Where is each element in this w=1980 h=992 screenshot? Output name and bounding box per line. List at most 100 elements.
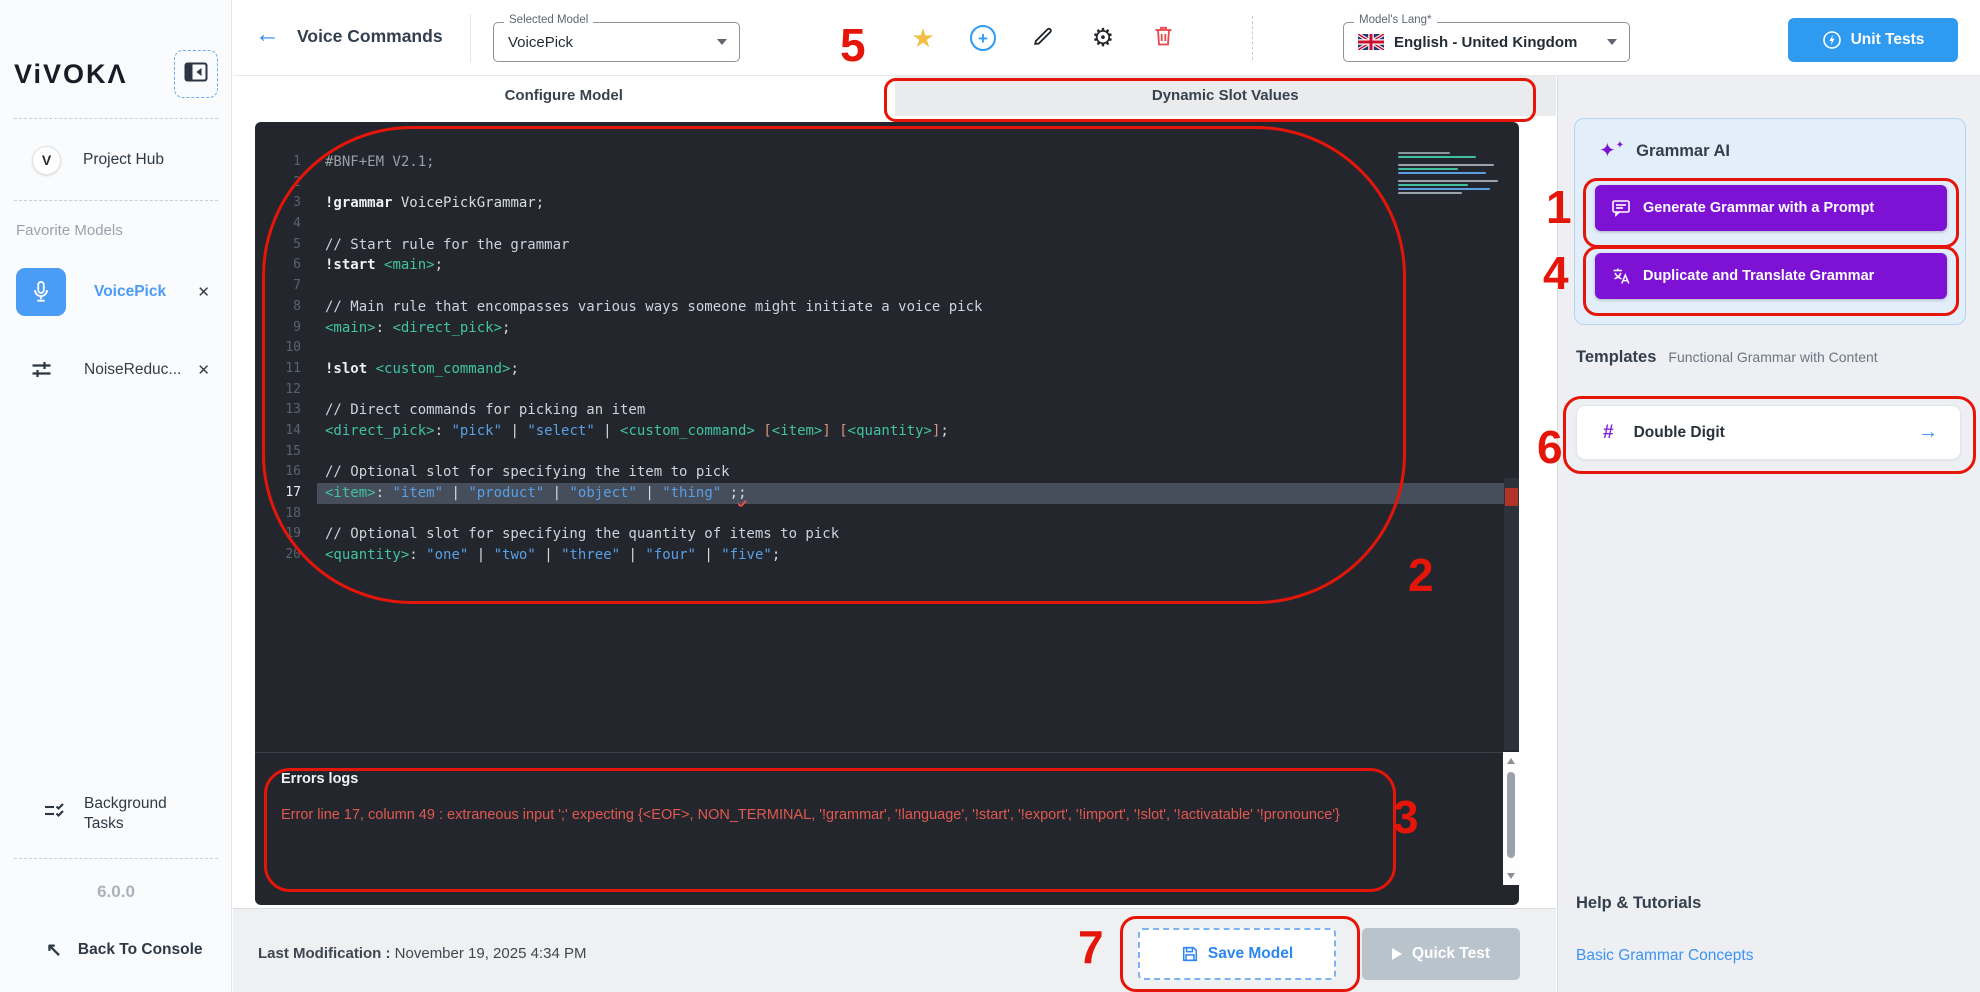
play-icon <box>1392 948 1402 960</box>
model-lang-label: Model's Lang* <box>1354 14 1437 26</box>
grammar-code-editor[interactable]: 1#BNF+EM V2.1;23!grammar VoicePickGramma… <box>255 122 1519 905</box>
duplicate-translate-button[interactable]: Duplicate and Translate Grammar <box>1595 253 1947 299</box>
code-line[interactable]: 4 <box>255 214 1519 235</box>
trash-icon <box>1153 25 1174 52</box>
code-line[interactable]: 19// Optional slot for specifying the qu… <box>255 524 1519 545</box>
sidebar: ViVOKΛ V Project Hub Favorite Models Voi… <box>0 0 232 992</box>
remove-favorite-icon[interactable]: ✕ <box>197 361 210 379</box>
code-line[interactable]: 3!grammar VoicePickGrammar; <box>255 193 1519 214</box>
favorite-star-button[interactable]: ★ <box>909 24 937 52</box>
code-line[interactable]: 17<item>: "item" | "product" | "object" … <box>255 483 1519 504</box>
task-list-check-icon <box>42 800 66 829</box>
workspace: 1#BNF+EM V2.1;23!grammar VoicePickGramma… <box>233 116 1556 908</box>
unit-tests-button[interactable]: Unit Tests <box>1788 18 1958 62</box>
code-line[interactable]: 6!start <main>; <box>255 255 1519 276</box>
code-line[interactable]: 14<direct_pick>: "pick" | "select" | <cu… <box>255 421 1519 442</box>
code-line[interactable]: 15 <box>255 442 1519 463</box>
tab-configure-model[interactable]: Configure Model <box>233 76 895 116</box>
star-icon: ★ <box>911 23 934 54</box>
save-model-button[interactable]: Save Model <box>1138 928 1336 980</box>
sidebar-item-noisereduc[interactable]: NoiseReduc... ✕ <box>0 350 232 390</box>
sidebar-collapse-button[interactable] <box>174 50 218 98</box>
code-line[interactable]: 2 <box>255 173 1519 194</box>
sparkles-icon: ✦✦ <box>1599 141 1624 161</box>
add-model-button[interactable]: + <box>969 24 997 52</box>
delete-model-button[interactable] <box>1149 24 1177 52</box>
sidebar-item-project-hub[interactable]: V Project Hub <box>0 144 232 176</box>
minimap[interactable] <box>1398 152 1513 210</box>
tab-dynamic-slot-values[interactable]: Dynamic Slot Values <box>895 76 1557 116</box>
code-line[interactable]: 1#BNF+EM V2.1; <box>255 152 1519 173</box>
code-line[interactable]: 16// Optional slot for specifying the it… <box>255 462 1519 483</box>
code-line[interactable]: 5// Start rule for the grammar <box>255 235 1519 256</box>
templates-title: Templates <box>1576 348 1656 367</box>
editor-scrollbar-thumb[interactable] <box>1504 478 1519 750</box>
generate-grammar-button[interactable]: Generate Grammar with a Prompt <box>1595 185 1947 231</box>
chevron-down-icon <box>1607 39 1617 45</box>
uk-flag-icon <box>1358 34 1384 50</box>
quick-test-button[interactable]: Quick Test <box>1362 928 1520 980</box>
save-model-label: Save Model <box>1208 945 1293 963</box>
scroll-down-icon[interactable] <box>1507 873 1515 879</box>
errors-log-panel: Errors logs Error line 17, column 49 : e… <box>255 752 1519 905</box>
back-button[interactable]: ← <box>255 20 280 49</box>
code-line[interactable]: 10 <box>255 338 1519 359</box>
unit-tests-label: Unit Tests <box>1851 31 1925 49</box>
chevron-down-icon <box>717 39 727 45</box>
code-line[interactable]: 18 <box>255 504 1519 525</box>
divider <box>1252 16 1253 60</box>
tune-sliders-icon <box>16 346 66 394</box>
model-settings-button[interactable]: ⚙ <box>1089 24 1117 52</box>
panel-collapse-icon <box>184 62 208 87</box>
errors-scrollbar[interactable] <box>1503 752 1519 885</box>
code-line[interactable]: 8// Main rule that encompasses various w… <box>255 297 1519 318</box>
sidebar-item-voicepick[interactable]: VoicePick ✕ <box>0 268 232 316</box>
code-lines: 1#BNF+EM V2.1;23!grammar VoicePickGramma… <box>255 152 1519 566</box>
selected-model-label: Selected Model <box>504 14 593 26</box>
model-lang-select[interactable]: Model's Lang* English - United Kingdom <box>1343 22 1630 62</box>
code-line[interactable]: 9<main>: <direct_pick>; <box>255 318 1519 339</box>
basic-grammar-concepts-link[interactable]: Basic Grammar Concepts <box>1576 947 1753 965</box>
project-hub-icon: V <box>32 146 61 175</box>
model-lang-value: English - United Kingdom <box>1394 34 1607 51</box>
hash-icon: # <box>1603 422 1614 444</box>
remove-favorite-icon[interactable]: ✕ <box>197 283 210 301</box>
code-line[interactable]: 7 <box>255 276 1519 297</box>
sidebar-item-background-tasks[interactable]: Background Tasks <box>0 790 232 838</box>
favorite-models-title: Favorite Models <box>16 222 123 239</box>
grammar-ai-card: ✦✦ Grammar AI Generate Grammar with a Pr… <box>1574 118 1966 325</box>
quick-test-label: Quick Test <box>1412 945 1490 963</box>
selected-model-value: VoicePick <box>508 34 717 51</box>
edit-model-button[interactable] <box>1029 24 1057 52</box>
selected-model-select[interactable]: Selected Model VoicePick <box>493 22 740 62</box>
page-title: Voice Commands <box>297 26 443 47</box>
grammar-ai-title: Grammar AI <box>1636 142 1730 161</box>
code-line[interactable]: 20<quantity>: "one" | "two" | "three" | … <box>255 545 1519 566</box>
divider <box>470 14 471 62</box>
sidebar-item-back-to-console[interactable]: ↖ Back To Console <box>0 934 232 966</box>
divider <box>14 118 218 119</box>
voicepick-label: VoicePick <box>94 283 197 301</box>
divider <box>14 200 218 201</box>
code-line[interactable]: 13// Direct commands for picking an item <box>255 400 1519 421</box>
help-tutorials-title: Help & Tutorials <box>1576 894 1701 913</box>
scroll-up-icon[interactable] <box>1507 758 1515 764</box>
arrow-up-left-icon: ↖ <box>46 939 62 962</box>
templates-subtitle: Functional Grammar with Content <box>1668 349 1877 365</box>
background-tasks-label: Background Tasks <box>84 794 167 834</box>
last-modification-value: November 19, 2025 4:34 PM <box>395 945 587 962</box>
last-modification: Last Modification : November 19, 2025 4:… <box>258 945 586 962</box>
divider <box>14 858 218 859</box>
right-panel: ✦✦ Grammar AI Generate Grammar with a Pr… <box>1557 76 1980 992</box>
template-double-digit[interactable]: # Double Digit → <box>1576 405 1961 460</box>
back-to-console-label: Back To Console <box>78 941 203 959</box>
code-line[interactable]: 12 <box>255 380 1519 401</box>
version-label: 6.0.0 <box>0 882 232 902</box>
tab-bar: Configure Model Dynamic Slot Values <box>233 76 1556 116</box>
noisereduc-label: NoiseReduc... <box>84 361 197 379</box>
code-line[interactable]: 11!slot <custom_command>; <box>255 359 1519 380</box>
save-floppy-icon <box>1181 945 1199 963</box>
errors-scrollbar-thumb[interactable] <box>1507 772 1515 858</box>
bottom-bar: Last Modification : November 19, 2025 4:… <box>233 908 1556 992</box>
app-root: ViVOKΛ V Project Hub Favorite Models Voi… <box>0 0 1980 992</box>
